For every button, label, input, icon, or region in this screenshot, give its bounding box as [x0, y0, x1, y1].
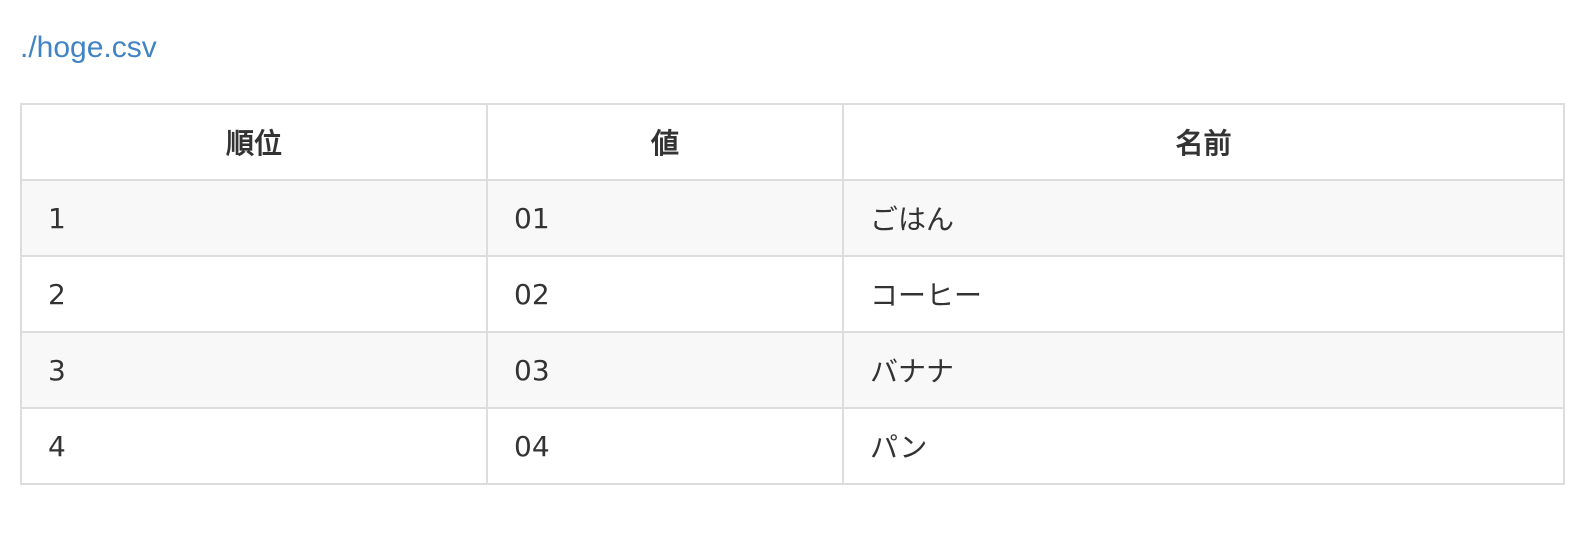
csv-table: 順位 値 名前 1 01 ごはん 2 02 コーヒー 3 03 バナナ 4 04… — [20, 103, 1565, 485]
file-link[interactable]: ./hoge.csv — [20, 28, 157, 68]
cell-rank: 1 — [20, 179, 488, 257]
table-row: 2 02 コーヒー — [20, 255, 1565, 333]
cell-value: 01 — [486, 179, 844, 257]
cell-rank: 3 — [20, 331, 488, 409]
cell-name: パン — [842, 407, 1565, 485]
table-row: 1 01 ごはん — [20, 179, 1565, 257]
table-row: 4 04 パン — [20, 407, 1565, 485]
cell-name: コーヒー — [842, 255, 1565, 333]
header-rank: 順位 — [20, 103, 488, 181]
header-name: 名前 — [842, 103, 1565, 181]
table-header-row: 順位 値 名前 — [20, 103, 1565, 181]
cell-value: 03 — [486, 331, 844, 409]
cell-value: 02 — [486, 255, 844, 333]
cell-value: 04 — [486, 407, 844, 485]
cell-name: バナナ — [842, 331, 1565, 409]
cell-rank: 2 — [20, 255, 488, 333]
cell-name: ごはん — [842, 179, 1565, 257]
cell-rank: 4 — [20, 407, 488, 485]
header-value: 値 — [486, 103, 844, 181]
table-body: 1 01 ごはん 2 02 コーヒー 3 03 バナナ 4 04 パン — [20, 179, 1565, 485]
table-header: 順位 値 名前 — [20, 103, 1565, 181]
table-row: 3 03 バナナ — [20, 331, 1565, 409]
